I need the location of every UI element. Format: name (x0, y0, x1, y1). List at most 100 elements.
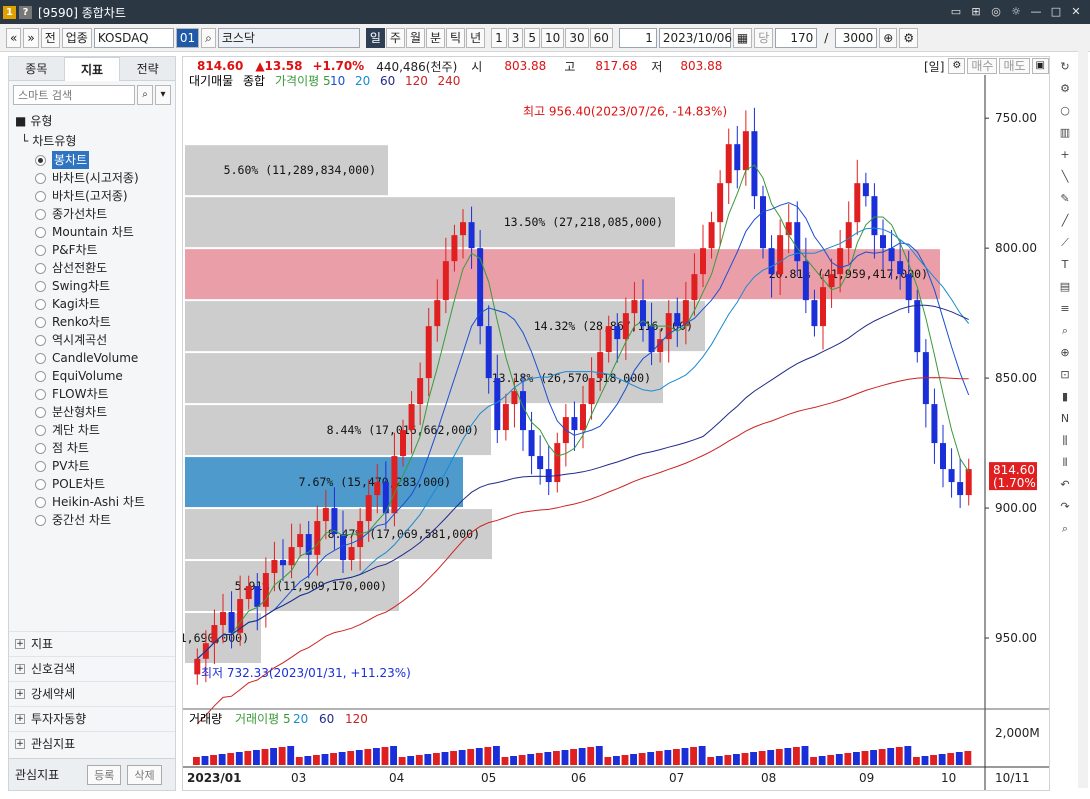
code-icon[interactable]: 01 (175, 27, 200, 48)
period-tab-1[interactable]: 주 (385, 27, 405, 48)
chevron-down-icon[interactable]: ▾ (155, 85, 171, 105)
market-select[interactable]: KOSDAQ (93, 27, 174, 48)
chart-type-item[interactable]: CandleVolume (15, 349, 175, 367)
chart-type-item[interactable]: 삼선전환도 (15, 259, 175, 277)
sell-button[interactable]: 매도 (999, 58, 1030, 74)
compare-tool-icon[interactable]: Ν (1057, 410, 1073, 427)
magnet-tool-icon[interactable]: ⊡ (1057, 366, 1073, 383)
period-tab-2[interactable]: 월 (405, 27, 425, 48)
radio-icon[interactable] (35, 316, 46, 328)
dang-button[interactable]: 당 (754, 27, 774, 48)
sidebar-tab-2[interactable]: 전략 (120, 57, 176, 81)
interval-tab-60[interactable]: 60 (589, 27, 613, 48)
legend-item[interactable]: 종합 (243, 75, 265, 88)
fib-tool-icon[interactable]: ≡ (1057, 300, 1073, 317)
help-icon[interactable]: ? (19, 5, 32, 19)
expand-icon[interactable]: + (15, 664, 25, 674)
settings-icon[interactable]: ⚙ (899, 27, 919, 48)
radio-icon[interactable] (35, 262, 46, 274)
chart-type-item[interactable]: Renko차트 (15, 313, 175, 331)
zoom-tool-icon[interactable]: ⌕ (1057, 322, 1073, 339)
chart-type-item[interactable]: 바차트(고저종) (15, 187, 175, 205)
gear-icon[interactable]: ⚙ (1057, 80, 1073, 97)
radio-icon[interactable] (35, 172, 46, 184)
radio-icon[interactable] (35, 514, 46, 526)
indicator-group[interactable]: + 강세약세 (9, 681, 175, 706)
radio-icon[interactable] (35, 424, 46, 436)
chart-type-item[interactable]: 바차트(시고저종) (15, 169, 175, 187)
nav-prev-button[interactable]: « (6, 27, 22, 48)
pattern-tool-icon[interactable]: ▤ (1057, 278, 1073, 295)
indicator-group[interactable]: + 신호검색 (9, 656, 175, 681)
interval-tab-30[interactable]: 30 (565, 27, 589, 48)
pin-icon[interactable]: ▭ (948, 4, 964, 20)
circle-tool-icon[interactable]: ○ (1057, 102, 1073, 119)
minimize-icon[interactable]: — (1028, 4, 1044, 20)
period-tab-5[interactable]: 년 (466, 27, 486, 48)
radio-icon[interactable] (35, 334, 46, 346)
qty-field[interactable]: 170 (775, 27, 818, 48)
date-field[interactable]: 2023/10/06 (658, 27, 732, 48)
tile-icon[interactable]: ⊞ (968, 4, 984, 20)
nav-next-button[interactable]: » (23, 27, 39, 48)
indicator-group[interactable]: + 지표 (9, 631, 175, 656)
expand-icon[interactable]: + (15, 639, 25, 649)
radio-icon[interactable] (35, 352, 46, 364)
grid-tool-icon[interactable]: ⫼ (1057, 432, 1073, 449)
refresh-icon[interactable]: ↻ (1057, 58, 1073, 75)
text-tool-icon[interactable]: T (1057, 256, 1073, 273)
search-icon[interactable]: ⌕ (137, 85, 153, 105)
chart-type-item[interactable]: 분산형차트 (15, 403, 175, 421)
name-field[interactable]: 코스닥 (217, 27, 360, 48)
total-field[interactable]: 3000 (835, 27, 878, 48)
close-icon[interactable]: ✕ (1068, 4, 1084, 20)
chart-area[interactable]: 814.60 ▲13.58 +1.70% 440,486(천주) 시 803.8… (182, 56, 1050, 791)
candle-tool-icon[interactable]: ▮ (1057, 388, 1073, 405)
expand-icon[interactable]: + (15, 714, 25, 724)
register-button[interactable]: 등록 (87, 764, 122, 785)
expand-icon[interactable]: + (15, 689, 25, 699)
radio-icon[interactable] (35, 298, 46, 310)
expand-icon[interactable]: + (15, 739, 25, 749)
radio-icon[interactable] (35, 190, 46, 202)
capture-icon[interactable]: ◎ (988, 4, 1004, 20)
interval-tab-1[interactable]: 1 (491, 27, 507, 48)
sidebar-tab-0[interactable]: 종목 (9, 57, 64, 81)
chart-settings-icon[interactable]: ⚙ (948, 58, 966, 74)
options-icon[interactable]: ☼ (1008, 4, 1024, 20)
radio-icon[interactable] (35, 154, 46, 166)
search-icon[interactable]: ⌕ (201, 27, 216, 48)
bars-tool-icon[interactable]: ⫴ (1057, 454, 1073, 471)
zoom-icon[interactable]: ⊕ (879, 27, 898, 48)
sidebar-tab-1[interactable]: 지표 (63, 57, 121, 81)
indicator-group[interactable]: + 관심지표 (9, 731, 175, 756)
radio-icon[interactable] (35, 478, 46, 490)
chart-type-item[interactable]: 종가선차트 (15, 205, 175, 223)
auto-line-icon[interactable]: ⟋ (1057, 234, 1073, 251)
delete-button[interactable]: 삭제 (127, 764, 162, 785)
chart-type-item[interactable]: EquiVolume (15, 367, 175, 385)
chart-type-item[interactable]: Heikin-Ashi 차트 (15, 493, 175, 511)
trend-line-icon[interactable]: ╱ (1057, 212, 1073, 229)
redo-icon[interactable]: ↷ (1057, 498, 1073, 515)
chart-type-item[interactable]: POLE차트 (15, 475, 175, 493)
count-select[interactable]: 1 (618, 27, 657, 48)
chart-type-item[interactable]: P&F차트 (15, 241, 175, 259)
radio-icon[interactable] (35, 208, 46, 220)
line-tool-icon[interactable]: ╲ (1057, 168, 1073, 185)
upjong-button[interactable]: 업종 (61, 27, 92, 48)
chart-type-item[interactable]: Kagi차트 (15, 295, 175, 313)
radio-icon[interactable] (35, 406, 46, 418)
radio-icon[interactable] (35, 244, 46, 256)
chart-type-item[interactable]: FLOW차트 (15, 385, 175, 403)
undo-icon[interactable]: ↶ (1057, 476, 1073, 493)
interval-tab-5[interactable]: 5 (524, 27, 541, 48)
period-tab-0[interactable]: 일 (365, 27, 385, 48)
radio-icon[interactable] (35, 442, 46, 454)
chart-type-item[interactable]: 점 차트 (15, 439, 175, 457)
radio-icon[interactable] (35, 388, 46, 400)
radio-icon[interactable] (35, 280, 46, 292)
interval-tab-3[interactable]: 3 (507, 27, 524, 48)
scroll-rail[interactable] (1078, 28, 1088, 788)
smart-search-input[interactable] (13, 85, 135, 105)
